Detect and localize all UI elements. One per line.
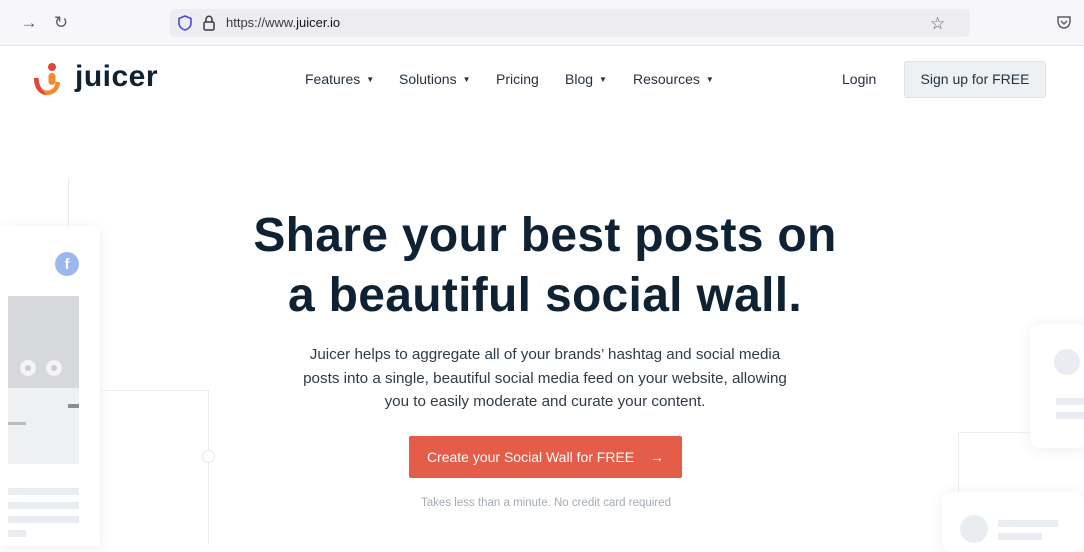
address-bar[interactable]: https://www.juicer.io ☆ — [170, 9, 970, 37]
lock-icon[interactable] — [202, 15, 216, 31]
decorative-connector-line — [958, 432, 959, 492]
pocket-icon[interactable] — [1056, 15, 1072, 30]
nav-resources[interactable]: Resources ▼ — [633, 71, 714, 87]
login-link[interactable]: Login — [842, 71, 876, 87]
decorative-connector-line — [958, 432, 1030, 433]
nav-pricing-label: Pricing — [496, 71, 539, 87]
caret-down-icon: ▼ — [462, 75, 471, 84]
decorative-connector-node — [202, 450, 215, 463]
browser-toolbar: → ↻ https://www.juicer.io ☆ — [0, 0, 1084, 46]
nav-features-label: Features — [305, 71, 361, 87]
hero-description-line-3: you to easily moderate and curate your c… — [384, 393, 706, 410]
url-text[interactable]: https://www.juicer.io — [226, 15, 340, 30]
decorative-text-line — [998, 520, 1058, 527]
decorative-text-line — [8, 516, 79, 523]
decorative-feed-card-right — [1030, 324, 1084, 448]
nav-solutions[interactable]: Solutions ▼ — [399, 71, 471, 87]
hero-description-line-1: Juicer helps to aggregate all of your br… — [309, 346, 781, 363]
reload-icon[interactable]: ↻ — [52, 14, 70, 32]
create-social-wall-button[interactable]: Create your Social Wall for FREE → — [409, 436, 682, 478]
decorative-vertical-line — [68, 178, 69, 226]
decorative-connector-line — [100, 390, 209, 391]
cta-note: Takes less than a minute. No credit card… — [421, 497, 671, 509]
decorative-avatar-placeholder — [960, 515, 988, 543]
decorative-text-line — [1056, 412, 1084, 419]
decorative-connector-line — [208, 390, 209, 544]
decorative-text-line — [1056, 398, 1084, 405]
decorative-text-line — [8, 488, 79, 495]
hero-title: Share your best posts on a beautiful soc… — [150, 206, 940, 326]
nav-pricing[interactable]: Pricing — [496, 71, 539, 87]
nav-blog[interactable]: Blog ▼ — [565, 71, 607, 87]
decorative-text-line — [998, 533, 1042, 540]
decorative-photo-placeholder — [8, 296, 79, 464]
hero-title-line-1: Share your best posts on — [253, 209, 837, 262]
caret-down-icon: ▼ — [705, 75, 714, 84]
hero-title-line-2: a beautiful social wall. — [287, 269, 802, 322]
nav-features[interactable]: Features ▼ — [305, 71, 374, 87]
nav-solutions-label: Solutions — [399, 71, 457, 87]
hero-description-line-2: posts into a single, beautiful social me… — [303, 369, 787, 387]
signup-button[interactable]: Sign up for FREE — [904, 61, 1046, 98]
tracking-shield-icon[interactable] — [178, 15, 192, 31]
forward-arrow-icon[interactable]: → — [20, 14, 38, 32]
decorative-text-line — [8, 530, 26, 537]
caret-down-icon: ▼ — [366, 75, 375, 84]
juicer-logo-icon[interactable] — [32, 62, 62, 96]
facebook-icon: f — [55, 252, 79, 276]
caret-down-icon: ▼ — [599, 75, 607, 84]
cta-label: Create your Social Wall for FREE — [426, 449, 635, 465]
bookmark-star-icon[interactable]: ☆ — [930, 14, 945, 34]
decorative-text-line — [8, 502, 79, 509]
decorative-avatar-placeholder — [1054, 349, 1080, 375]
nav-blog-label: Blog — [565, 71, 594, 87]
hero-description: Juicer helps to aggregate all of your br… — [280, 343, 810, 414]
arrow-right-icon: → — [650, 449, 665, 465]
logo-wordmark[interactable]: juicer — [75, 60, 158, 94]
nav-resources-label: Resources — [633, 71, 700, 87]
